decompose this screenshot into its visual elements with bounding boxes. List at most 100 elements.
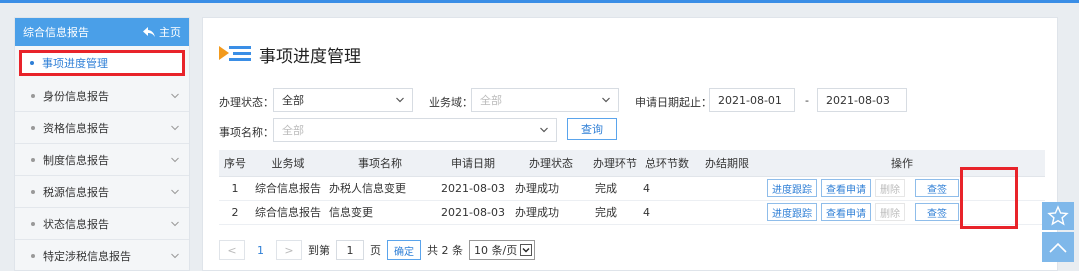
cell-status: 办理成功 [511, 176, 591, 201]
bullet-icon [31, 253, 35, 258]
sidebar-item-label: 资格信息报告 [43, 121, 109, 135]
goto-label: 到第 [308, 244, 330, 257]
date-to-value: 2021-08-03 [826, 93, 890, 107]
sidebar-item-label: 状态信息报告 [43, 217, 109, 231]
bullet-icon [31, 157, 35, 162]
query-button[interactable]: 查询 [567, 118, 617, 140]
sign-button[interactable]: 查签 [915, 179, 959, 197]
cell-actions: 进度跟踪 查看申请 删除 查签 [759, 176, 1045, 201]
sidebar-item-tax-source[interactable]: 税源信息报告 [15, 176, 189, 208]
chevron-down-icon [396, 97, 404, 103]
chevron-down-icon [171, 157, 179, 162]
col-header-actions: 操作 [759, 150, 1045, 177]
chevron-down-icon [171, 189, 179, 194]
col-header-deadline: 办结期限 [695, 150, 759, 177]
name-select-placeholder: 全部 [282, 124, 304, 137]
sidebar-item-label: 事项进度管理 [42, 57, 108, 70]
prev-page-button[interactable]: < [219, 240, 245, 260]
chevron-down-icon [171, 253, 179, 258]
goto-page-input[interactable] [336, 240, 364, 260]
sidebar-item-system[interactable]: 制度信息报告 [15, 144, 189, 176]
chevron-down-icon [540, 127, 548, 133]
sidebar-item-label: 身份信息报告 [43, 89, 109, 103]
cell-total: 4 [639, 176, 695, 201]
table-row: 2 综合信息报告 信息变更 2021-08-03 办理成功 完成 4 进度跟踪 … [219, 200, 1045, 225]
sidebar-title: 综合信息报告 [23, 26, 89, 39]
domain-select[interactable]: 全部 [471, 88, 619, 112]
view-application-button[interactable]: 查看申请 [821, 179, 871, 197]
sidebar-item-label: 制度信息报告 [43, 153, 109, 167]
cell-domain: 综合信息报告 [251, 200, 325, 225]
bullet-icon [31, 189, 35, 194]
col-header-status: 办理状态 [511, 150, 591, 177]
favorite-star-button[interactable] [1042, 202, 1074, 230]
cell-status: 办理成功 [511, 200, 591, 225]
name-filter-label: 事项名称： [219, 126, 274, 139]
cell-name: 办税人信息变更 [325, 176, 435, 201]
domain-select-placeholder: 全部 [480, 94, 502, 107]
status-select[interactable]: 全部 [273, 88, 413, 112]
cell-total: 4 [639, 200, 695, 225]
sidebar-item-progress[interactable]: 事项进度管理 [19, 50, 185, 76]
chevron-down-icon [171, 221, 179, 226]
sign-button[interactable]: 查签 [915, 203, 959, 221]
home-link[interactable]: 主页 [143, 24, 181, 40]
cell-name: 信息变更 [325, 200, 435, 225]
name-select[interactable]: 全部 [273, 118, 557, 142]
col-header-stage: 办理环节 [591, 150, 639, 177]
cell-no: 2 [219, 200, 251, 225]
sidebar-item-identity[interactable]: 身份信息报告 [15, 80, 189, 112]
col-header-no: 序号 [219, 150, 251, 177]
home-label: 主页 [159, 26, 181, 39]
col-header-total: 总环节数 [639, 150, 695, 177]
chevron-down-icon [171, 125, 179, 130]
date-from-value: 2021-08-01 [718, 93, 782, 107]
sidebar-item-label: 特定涉税信息报告 [43, 249, 131, 263]
page-size-value: 10 条/页 [474, 244, 518, 257]
top-accent-line [0, 0, 1079, 3]
back-arrow-icon [143, 27, 155, 37]
table-header-row: 序号 业务域 事项名称 申请日期 办理状态 办理环节 总环节数 办结期限 操作 [219, 150, 1045, 177]
chevron-up-icon [1049, 242, 1067, 253]
sidebar-item-special-tax[interactable]: 特定涉税信息报告 [15, 240, 189, 271]
page-number[interactable]: 1 [251, 244, 270, 257]
track-progress-button[interactable]: 进度跟踪 [767, 179, 817, 197]
cell-date: 2021-08-03 [435, 200, 511, 225]
chevron-down-icon [520, 244, 533, 256]
date-range-label: 申请日期起止： [635, 96, 712, 109]
status-select-value: 全部 [282, 94, 304, 107]
progress-table: 序号 业务域 事项名称 申请日期 办理状态 办理环节 总环节数 办结期限 操作 … [219, 150, 1045, 225]
view-application-button[interactable]: 查看申请 [821, 203, 871, 221]
page-title: 事项进度管理 [259, 47, 361, 67]
page-header: 事项进度管理 [219, 42, 361, 67]
page-size-select[interactable]: 10 条/页 [469, 240, 536, 260]
delete-button: 删除 [875, 203, 905, 221]
date-separator: - [805, 94, 809, 107]
back-to-top-button[interactable] [1042, 232, 1074, 262]
col-header-name: 事项名称 [325, 150, 435, 177]
next-page-button[interactable]: > [276, 240, 302, 260]
cell-stage: 完成 [591, 176, 639, 201]
goto-confirm-button[interactable]: 确定 [387, 240, 421, 260]
page-unit-label: 页 [370, 244, 381, 257]
chevron-down-icon [602, 97, 610, 103]
status-filter-label: 办理状态： [219, 96, 274, 109]
sidebar-item-qualification[interactable]: 资格信息报告 [15, 112, 189, 144]
col-header-domain: 业务域 [251, 150, 325, 177]
sidebar-header: 综合信息报告 主页 [15, 18, 189, 46]
sidebar-item-label: 税源信息报告 [43, 185, 109, 199]
date-from-field[interactable]: 2021-08-01 [709, 88, 795, 112]
track-progress-button[interactable]: 进度跟踪 [767, 203, 817, 221]
bullet-icon [31, 125, 35, 130]
list-icon [219, 45, 251, 61]
date-to-field[interactable]: 2021-08-03 [817, 88, 907, 112]
sidebar: 综合信息报告 主页 事项进度管理 身份信息报告 资格信息报告 制度信息报告 税源… [14, 17, 190, 271]
cell-no: 1 [219, 176, 251, 201]
star-icon [1047, 205, 1069, 226]
cell-deadline [695, 200, 759, 225]
bullet-icon [31, 93, 35, 98]
cell-domain: 综合信息报告 [251, 176, 325, 201]
cell-actions: 进度跟踪 查看申请 删除 查签 [759, 200, 1045, 225]
bullet-icon [30, 61, 34, 65]
sidebar-item-status[interactable]: 状态信息报告 [15, 208, 189, 240]
